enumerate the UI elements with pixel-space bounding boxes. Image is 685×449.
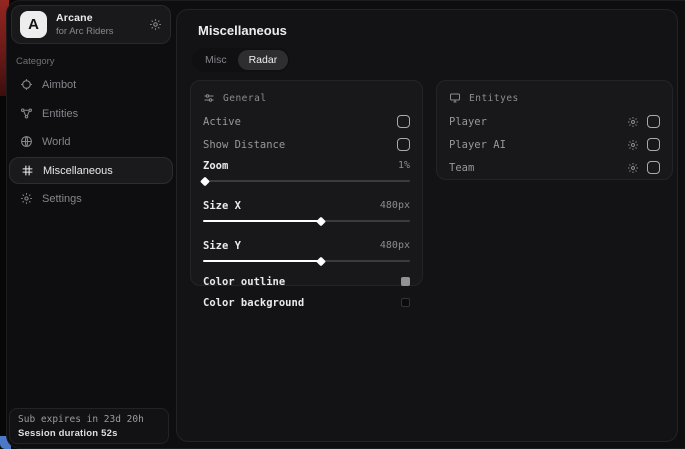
sliders-icon — [203, 92, 215, 104]
slider-thumb[interactable] — [316, 216, 326, 226]
slider-thumb[interactable] — [200, 176, 210, 186]
general-panel: General Active Show Distance Zoom 1% — [190, 80, 423, 286]
sidebar-item-label: Entities — [42, 108, 78, 120]
setting-label: Show Distance — [203, 139, 285, 151]
setting-row-size-y: Size Y 480px — [203, 235, 410, 256]
gear-icon[interactable] — [627, 116, 639, 128]
gear-icon[interactable] — [627, 162, 639, 174]
sidebar-item-entities[interactable]: Entities — [9, 100, 173, 127]
app-logo-card: A Arcane for Arc Riders — [11, 5, 171, 44]
session-duration-text: Session duration 52s — [18, 428, 160, 439]
sidebar-item-settings[interactable]: Settings — [9, 185, 173, 212]
tab-radar[interactable]: Radar — [238, 50, 289, 70]
sub-expiry-text: Sub expires in 23d 20h — [18, 414, 160, 425]
sidebar-item-label: Miscellaneous — [43, 165, 113, 177]
active-checkbox[interactable] — [397, 115, 410, 128]
app-name: Arcane — [56, 12, 149, 24]
size-y-value: 480px — [380, 240, 410, 251]
crosshair-icon — [20, 78, 33, 91]
entity-row-team: Team — [449, 157, 660, 178]
setting-label: Active — [203, 116, 241, 128]
entities-panel-title: Entityes — [469, 93, 519, 104]
entity-row-player: Player — [449, 111, 660, 132]
sidebar-category-label: Category — [16, 56, 55, 67]
monitor-icon — [449, 92, 461, 104]
subscription-info-card: Sub expires in 23d 20h Session duration … — [9, 408, 169, 444]
sidebar-item-label: Aimbot — [42, 79, 76, 91]
size-y-slider[interactable] — [203, 257, 410, 266]
setting-label: Color background — [203, 297, 304, 309]
show-distance-checkbox[interactable] — [397, 138, 410, 151]
sidebar-item-label: World — [42, 136, 71, 148]
app-window: A Arcane for Arc Riders Category Aimbot — [6, 0, 685, 449]
slider-thumb[interactable] — [316, 256, 326, 266]
main-panel: Miscellaneous Misc Radar General Active — [176, 9, 678, 442]
color-outline-swatch[interactable] — [401, 277, 410, 286]
color-background-swatch[interactable] — [401, 298, 410, 307]
gear-icon — [20, 192, 33, 205]
size-x-value: 480px — [380, 200, 410, 211]
page-title: Miscellaneous — [198, 23, 287, 38]
globe-icon — [20, 135, 33, 148]
tab-misc[interactable]: Misc — [194, 50, 238, 70]
setting-row-color-background: Color background — [203, 292, 410, 313]
setting-row-zoom: Zoom 1% — [203, 155, 410, 176]
tab-bar: Misc Radar — [192, 48, 290, 72]
entity-row-player-ai: Player AI — [449, 134, 660, 155]
player-ai-checkbox[interactable] — [647, 138, 660, 151]
entity-label: Player — [449, 116, 487, 128]
setting-row-show-distance: Show Distance — [203, 134, 410, 155]
gear-icon[interactable] — [149, 18, 162, 31]
general-panel-title: General — [223, 93, 267, 104]
setting-label: Size Y — [203, 240, 241, 252]
entities-panel: Entityes Player Player AI — [436, 80, 673, 180]
app-subtitle: for Arc Riders — [56, 26, 149, 37]
grid-icon — [21, 164, 34, 177]
app-logo: A — [20, 11, 47, 38]
setting-label: Color outline — [203, 276, 285, 288]
zoom-value: 1% — [398, 160, 410, 171]
size-x-slider[interactable] — [203, 217, 410, 226]
team-checkbox[interactable] — [647, 161, 660, 174]
setting-row-size-x: Size X 480px — [203, 195, 410, 216]
sidebar-item-label: Settings — [42, 193, 82, 205]
setting-row-color-outline: Color outline — [203, 271, 410, 292]
zoom-slider[interactable] — [203, 177, 410, 186]
sidebar-item-aimbot[interactable]: Aimbot — [9, 71, 173, 98]
nodes-icon — [20, 107, 33, 120]
sidebar-item-world[interactable]: World — [9, 128, 173, 155]
gear-icon[interactable] — [627, 139, 639, 151]
setting-label: Zoom — [203, 160, 228, 172]
setting-label: Size X — [203, 200, 241, 212]
player-checkbox[interactable] — [647, 115, 660, 128]
entity-label: Player AI — [449, 139, 506, 151]
entity-label: Team — [449, 162, 474, 174]
sidebar-item-miscellaneous[interactable]: Miscellaneous — [9, 157, 173, 184]
setting-row-active: Active — [203, 111, 410, 132]
